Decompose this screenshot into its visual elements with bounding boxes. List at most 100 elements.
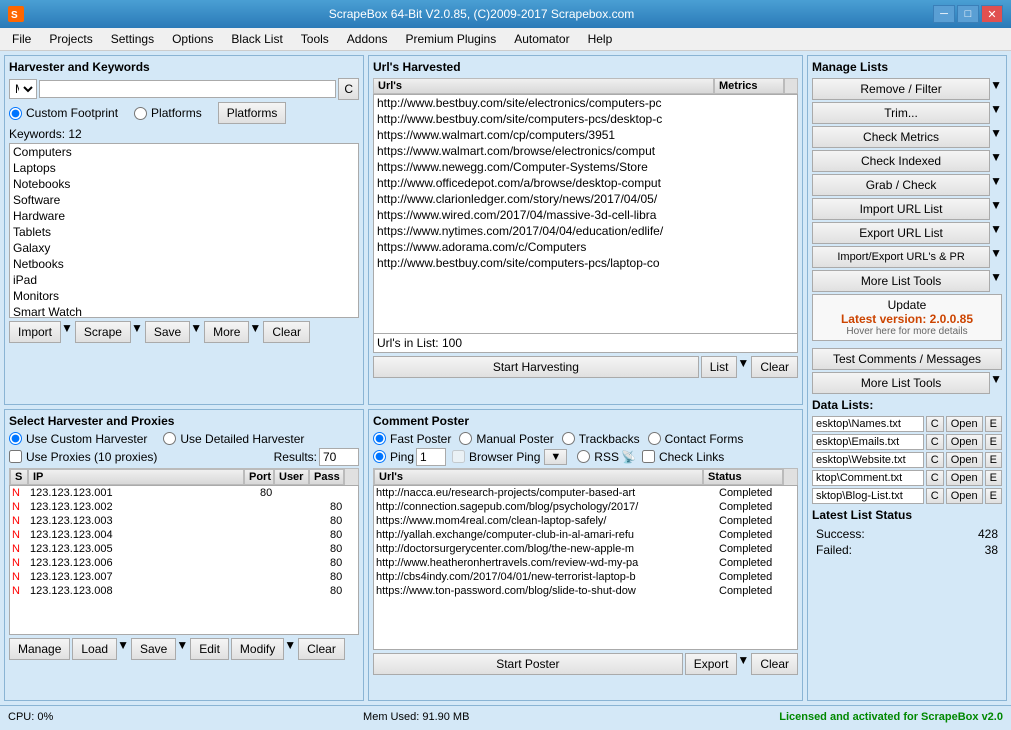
menu-options[interactable]: Options	[164, 30, 221, 48]
menu-file[interactable]: File	[4, 30, 39, 48]
fast-poster-radio[interactable]	[373, 432, 386, 445]
clear-harvester-button[interactable]: Clear	[263, 321, 310, 343]
test-comments-button[interactable]: Test Comments / Messages	[812, 348, 1002, 370]
data-list-c-2[interactable]: C	[926, 452, 944, 468]
ping-label[interactable]: Ping	[373, 450, 414, 464]
load-proxy-button[interactable]: Load	[72, 638, 117, 660]
more-button[interactable]: More	[204, 321, 249, 343]
clear-urls-button[interactable]: Clear	[751, 356, 798, 378]
menu-help[interactable]: Help	[580, 30, 621, 48]
import-button[interactable]: Import	[9, 321, 61, 343]
data-list-c-3[interactable]: C	[926, 470, 944, 486]
more-list-tools-arrow-bottom[interactable]: ▼	[990, 372, 1002, 394]
rss-label[interactable]: RSS	[577, 450, 619, 464]
maximize-button[interactable]: □	[957, 5, 979, 23]
export-url-arrow[interactable]: ▼	[990, 222, 1002, 244]
save-dropdown-arrow[interactable]: ▼	[190, 321, 202, 343]
more-list-tools-arrow-top[interactable]: ▼	[990, 270, 1002, 292]
trim-button[interactable]: Trim...	[812, 102, 990, 124]
data-list-c-1[interactable]: C	[926, 434, 944, 450]
start-poster-button[interactable]: Start Poster	[373, 653, 683, 675]
load-proxy-arrow[interactable]: ▼	[117, 638, 129, 660]
custom-footprint-label[interactable]: Custom Footprint	[9, 106, 118, 120]
custom-harvester-label[interactable]: Use Custom Harvester	[9, 432, 147, 446]
menu-blacklist[interactable]: Black List	[223, 30, 290, 48]
clear-proxy-button[interactable]: Clear	[298, 638, 345, 660]
data-list-e-1[interactable]: E	[985, 434, 1002, 450]
manage-proxy-button[interactable]: Manage	[9, 638, 70, 660]
manual-poster-radio[interactable]	[459, 432, 472, 445]
export-url-button[interactable]: Export URL List	[812, 222, 990, 244]
update-box[interactable]: Update Latest version: 2.0.0.85 Hover he…	[812, 294, 1002, 341]
browser-ping-checkbox[interactable]	[452, 450, 465, 463]
clear-keyword-button[interactable]: C	[338, 78, 359, 100]
detailed-harvester-radio[interactable]	[163, 432, 176, 445]
comment-url-listbox[interactable]: http://nacca.eu/research-projects/comput…	[373, 485, 798, 650]
platforms-button[interactable]: Platforms	[218, 102, 287, 124]
clear-comment-button[interactable]: Clear	[751, 653, 798, 675]
import-url-button[interactable]: Import URL List	[812, 198, 990, 220]
use-proxies-label[interactable]: Use Proxies (10 proxies)	[9, 450, 157, 464]
keyword-input[interactable]	[39, 80, 336, 98]
data-list-e-0[interactable]: E	[985, 416, 1002, 432]
import-dropdown-arrow[interactable]: ▼	[61, 321, 73, 343]
menu-premium[interactable]: Premium Plugins	[398, 30, 505, 48]
results-input[interactable]	[319, 448, 359, 466]
check-links-checkbox[interactable]	[642, 450, 655, 463]
check-indexed-arrow[interactable]: ▼	[990, 150, 1002, 172]
contact-forms-radio[interactable]	[648, 432, 661, 445]
custom-footprint-radio[interactable]	[9, 107, 22, 120]
list-button[interactable]: List	[701, 356, 738, 378]
modify-proxy-button[interactable]: Modify	[231, 638, 284, 660]
data-list-open-1[interactable]: Open	[946, 434, 983, 450]
trim-arrow[interactable]: ▼	[990, 102, 1002, 124]
data-list-e-3[interactable]: E	[985, 470, 1002, 486]
grab-check-button[interactable]: Grab / Check	[812, 174, 990, 196]
save-proxy-arrow[interactable]: ▼	[176, 638, 188, 660]
platforms-radio[interactable]	[134, 107, 147, 120]
edit-proxy-button[interactable]: Edit	[190, 638, 229, 660]
manual-poster-label[interactable]: Manual Poster	[459, 432, 553, 446]
close-button[interactable]: ✕	[981, 5, 1003, 23]
menu-projects[interactable]: Projects	[41, 30, 100, 48]
menu-tools[interactable]: Tools	[293, 30, 337, 48]
data-list-open-4[interactable]: Open	[946, 488, 983, 504]
keyword-listbox[interactable]: Computers Laptops Notebooks Software Har…	[9, 143, 359, 318]
trackbacks-radio[interactable]	[562, 432, 575, 445]
save-proxy-button[interactable]: Save	[131, 638, 176, 660]
menu-settings[interactable]: Settings	[103, 30, 162, 48]
remove-filter-button[interactable]: Remove / Filter	[812, 78, 990, 100]
rss-radio[interactable]	[577, 450, 590, 463]
import-export-pr-arrow[interactable]: ▼	[990, 246, 1002, 268]
use-proxies-checkbox[interactable]	[9, 450, 22, 463]
browser-ping-label[interactable]: Browser Ping	[452, 450, 540, 464]
scrape-dropdown-arrow[interactable]: ▼	[131, 321, 143, 343]
trackbacks-label[interactable]: Trackbacks	[562, 432, 640, 446]
ping-radio[interactable]	[373, 450, 386, 463]
detailed-harvester-label[interactable]: Use Detailed Harvester	[163, 432, 304, 446]
data-list-c-0[interactable]: C	[926, 416, 944, 432]
url-listbox[interactable]: http://www.bestbuy.com/site/electronics/…	[373, 94, 798, 334]
mode-select[interactable]: M	[9, 79, 37, 99]
minimize-button[interactable]: ─	[933, 5, 955, 23]
scrape-button[interactable]: Scrape	[75, 321, 131, 343]
grab-check-arrow[interactable]: ▼	[990, 174, 1002, 196]
custom-harvester-radio[interactable]	[9, 432, 22, 445]
modify-proxy-arrow[interactable]: ▼	[284, 638, 296, 660]
data-list-open-0[interactable]: Open	[946, 416, 983, 432]
data-list-open-3[interactable]: Open	[946, 470, 983, 486]
browser-ping-dropdown[interactable]: ▼	[544, 449, 567, 465]
check-metrics-button[interactable]: Check Metrics	[812, 126, 990, 148]
data-list-c-4[interactable]: C	[926, 488, 944, 504]
check-metrics-arrow[interactable]: ▼	[990, 126, 1002, 148]
data-list-open-2[interactable]: Open	[946, 452, 983, 468]
more-list-tools-button-top[interactable]: More List Tools	[812, 270, 990, 292]
data-list-e-2[interactable]: E	[985, 452, 1002, 468]
list-dropdown-arrow[interactable]: ▼	[737, 356, 749, 378]
save-button[interactable]: Save	[145, 321, 190, 343]
check-indexed-button[interactable]: Check Indexed	[812, 150, 990, 172]
export-comment-button[interactable]: Export	[685, 653, 738, 675]
start-harvesting-button[interactable]: Start Harvesting	[373, 356, 699, 378]
more-list-tools-button-bottom[interactable]: More List Tools	[812, 372, 990, 394]
export-comment-arrow[interactable]: ▼	[737, 653, 749, 675]
